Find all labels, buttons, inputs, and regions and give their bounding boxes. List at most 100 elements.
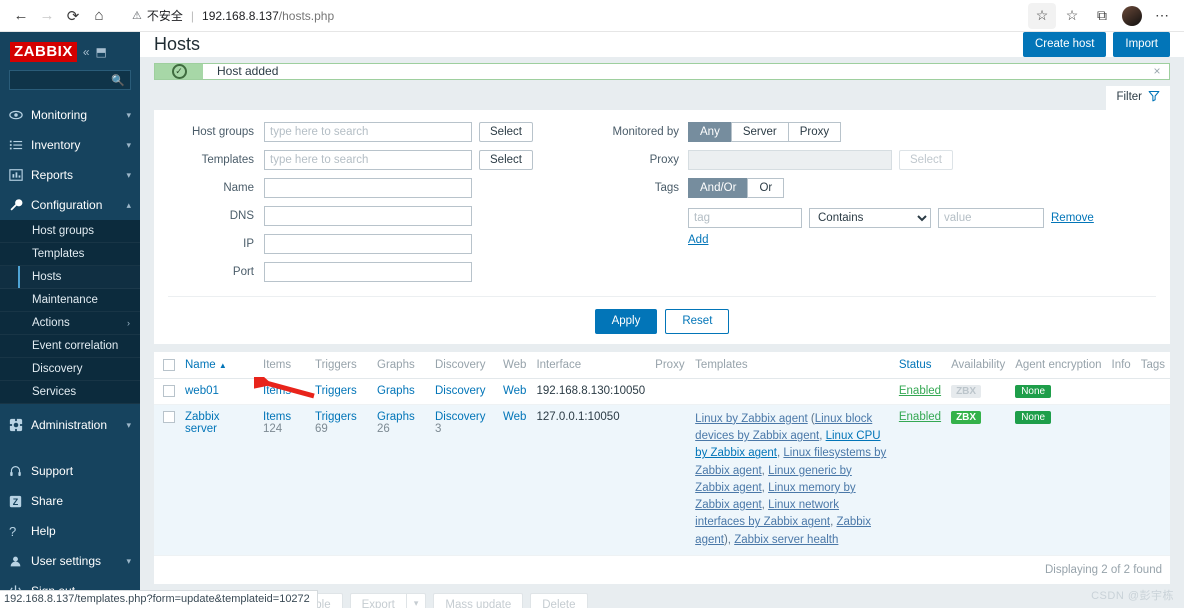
templates-select-button[interactable]: Select: [479, 150, 533, 170]
double-chevron-left-icon[interactable]: «: [83, 45, 90, 59]
monitored-by-option-any[interactable]: Any: [688, 122, 732, 142]
sidebar-item-hosts[interactable]: Hosts: [0, 266, 140, 289]
sidebar-item-monitoring[interactable]: Monitoring ▾: [0, 100, 140, 130]
web-link[interactable]: Web: [503, 411, 526, 423]
sidebar-subitem-label: Actions: [32, 317, 70, 329]
chevron-down-icon[interactable]: ▾: [407, 593, 427, 608]
sidebar-item-reports[interactable]: Reports ▾: [0, 160, 140, 190]
triggers-link[interactable]: Triggers: [315, 385, 357, 397]
sidebar-item-actions[interactable]: Actions ›: [0, 312, 140, 335]
graphs-link[interactable]: Graphs: [377, 411, 415, 423]
column-header-templates[interactable]: Templates: [690, 352, 894, 379]
dns-input[interactable]: [264, 206, 472, 226]
column-header-items[interactable]: Items: [258, 352, 310, 379]
column-header-web[interactable]: Web: [498, 352, 531, 379]
tag-add-link[interactable]: Add: [688, 234, 708, 246]
template-link[interactable]: Zabbix server health: [734, 534, 838, 546]
delete-button[interactable]: Delete: [530, 593, 587, 608]
templates-input[interactable]: [264, 150, 472, 170]
mass-update-button[interactable]: Mass update: [433, 593, 523, 608]
sidebar-search[interactable]: 🔍: [9, 70, 131, 90]
column-header-status[interactable]: Status: [894, 352, 946, 379]
close-icon[interactable]: ×: [1145, 64, 1169, 79]
tag-operator-select[interactable]: Contains: [809, 208, 931, 228]
column-header-graphs[interactable]: Graphs: [372, 352, 430, 379]
sidebar-item-event-correlation[interactable]: Event correlation: [0, 335, 140, 358]
sidebar-item-administration[interactable]: Administration ▾: [0, 410, 140, 440]
status-badge[interactable]: Enabled: [899, 385, 941, 397]
address-bar[interactable]: ⚠ 不安全 | 192.168.8.137/hosts.php: [122, 4, 1020, 28]
monitored-by-option-server[interactable]: Server: [731, 122, 789, 142]
hide-sidebar-icon[interactable]: ⬒: [96, 45, 107, 59]
sidebar-item-inventory[interactable]: Inventory ▾: [0, 130, 140, 160]
ip-input[interactable]: [264, 234, 472, 254]
zabbix-logo[interactable]: ZABBIX: [10, 42, 77, 62]
column-header-proxy[interactable]: Proxy: [650, 352, 690, 379]
port-input[interactable]: [264, 262, 472, 282]
tag-name-input[interactable]: [688, 208, 802, 228]
column-header-tags[interactable]: Tags: [1136, 352, 1170, 379]
column-header-name[interactable]: Name ▲: [180, 352, 258, 379]
tag-value-input[interactable]: [938, 208, 1044, 228]
name-input[interactable]: [264, 178, 472, 198]
items-link-web01[interactable]: Items: [263, 385, 291, 397]
more-options-icon[interactable]: ⋯: [1148, 3, 1176, 29]
monitored-by-option-proxy[interactable]: Proxy: [788, 122, 841, 142]
column-header-interface[interactable]: Interface: [531, 352, 650, 379]
column-header-info[interactable]: Info: [1107, 352, 1136, 379]
collections-icon[interactable]: ☆: [1028, 3, 1056, 29]
host-name-link[interactable]: Zabbix server: [185, 411, 220, 435]
template-link[interactable]: Linux by Zabbix agent: [695, 413, 808, 425]
import-button[interactable]: Import: [1113, 32, 1170, 57]
row-checkbox[interactable]: [163, 411, 175, 423]
select-all-checkbox[interactable]: [163, 359, 175, 371]
filter-tab-label: Filter: [1116, 91, 1142, 103]
row-select-cell: [154, 404, 180, 555]
apply-button[interactable]: Apply: [595, 309, 658, 334]
discovery-link[interactable]: Discovery: [435, 411, 485, 423]
sidebar-item-user-settings[interactable]: User settings ▾: [0, 546, 140, 576]
reset-button[interactable]: Reset: [665, 309, 729, 334]
tags-option-or[interactable]: Or: [747, 178, 784, 198]
sidebar-item-label: Reports: [31, 168, 126, 182]
zabbix-share-icon: Z: [9, 495, 31, 508]
reload-icon[interactable]: ⟳: [60, 3, 86, 29]
sidebar-item-share[interactable]: Z Share: [0, 486, 140, 516]
sidebar-item-services[interactable]: Services: [0, 381, 140, 404]
host-groups-input[interactable]: [264, 122, 472, 142]
triggers-link[interactable]: Triggers: [315, 411, 357, 423]
column-header-availability[interactable]: Availability: [946, 352, 1010, 379]
graphs-link[interactable]: Graphs: [377, 385, 415, 397]
tab-filter[interactable]: Filter: [1106, 86, 1170, 110]
sidebar-item-discovery[interactable]: Discovery: [0, 358, 140, 381]
status-badge[interactable]: Enabled: [899, 411, 941, 423]
sidebar-item-configuration[interactable]: Configuration ▴: [0, 190, 140, 220]
row-checkbox[interactable]: [163, 385, 175, 397]
column-header-discovery[interactable]: Discovery: [430, 352, 498, 379]
filter-label: DNS: [154, 210, 264, 222]
column-header-triggers[interactable]: Triggers: [310, 352, 372, 379]
sidebar-item-support[interactable]: Support: [0, 456, 140, 486]
create-host-button[interactable]: Create host: [1023, 32, 1106, 57]
host-name-link[interactable]: web01: [185, 385, 219, 397]
sidebar-item-help[interactable]: ? Help: [0, 516, 140, 546]
sidebar-item-maintenance[interactable]: Maintenance: [0, 289, 140, 312]
tags-option-andor[interactable]: And/Or: [688, 178, 748, 198]
split-screen-icon[interactable]: ⧉: [1088, 3, 1116, 29]
column-header-agent-encryption[interactable]: Agent encryption: [1010, 352, 1106, 379]
sidebar-item-host-groups[interactable]: Host groups: [0, 220, 140, 243]
items-link[interactable]: Items: [263, 411, 291, 423]
discovery-link[interactable]: Discovery: [435, 385, 485, 397]
export-button[interactable]: Export: [350, 593, 407, 608]
forward-icon[interactable]: →: [34, 3, 60, 29]
host-groups-select-button[interactable]: Select: [479, 122, 533, 142]
profile-avatar-icon[interactable]: [1118, 3, 1146, 29]
home-icon[interactable]: ⌂: [86, 3, 112, 29]
cell-tags: [1136, 404, 1170, 555]
favorite-star-icon[interactable]: ☆: [1058, 3, 1086, 29]
sidebar-item-templates[interactable]: Templates: [0, 243, 140, 266]
tag-remove-link[interactable]: Remove: [1051, 212, 1094, 224]
web-link[interactable]: Web: [503, 385, 526, 397]
back-icon[interactable]: ←: [8, 3, 34, 29]
search-input[interactable]: [15, 73, 125, 87]
